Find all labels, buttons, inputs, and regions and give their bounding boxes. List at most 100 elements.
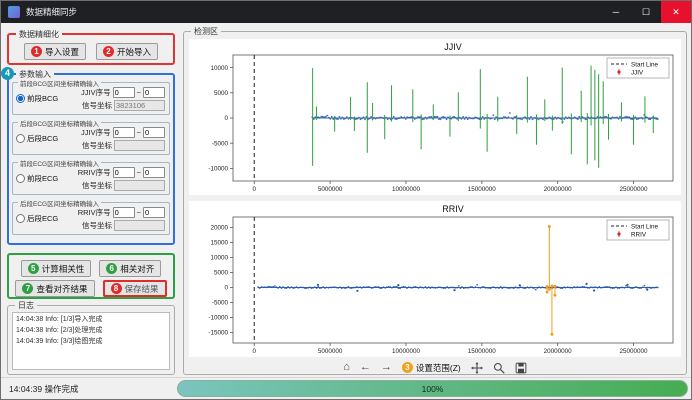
- front-bcg-radio[interactable]: 前段BCG: [13, 93, 61, 104]
- signal-coord-label: 信号坐标: [82, 140, 112, 151]
- front-ecg-radio-input[interactable]: [16, 174, 25, 183]
- front-bcg-radio-label: 前段BCG: [27, 93, 58, 104]
- svg-text:-10000: -10000: [208, 166, 228, 173]
- step-3-badge: 3: [402, 362, 413, 373]
- zoom-icon[interactable]: [493, 362, 505, 374]
- save-icon[interactable]: [515, 362, 527, 374]
- progress-bar: 100%: [177, 380, 688, 397]
- start-import-label: 开始导入: [117, 46, 151, 58]
- svg-text:RRIV: RRIV: [631, 232, 647, 239]
- front-bcg-seq-end-input[interactable]: [143, 87, 165, 98]
- save-result-button[interactable]: 8 保存结果: [103, 280, 167, 297]
- svg-text:15000000: 15000000: [468, 186, 497, 193]
- rear-ecg-radio-input[interactable]: [16, 214, 25, 223]
- rriv-plot: RRIV-15000-10000-50000500010000150002000…: [189, 201, 681, 357]
- svg-text:JJIV: JJIV: [631, 70, 644, 77]
- minimize-button[interactable]: ─: [601, 1, 631, 23]
- svg-text:15000: 15000: [210, 240, 228, 247]
- svg-text:25000000: 25000000: [620, 186, 649, 193]
- actions-row-2: 7 查看对齐结果 8 保存结果: [9, 280, 173, 297]
- svg-text:0: 0: [252, 186, 256, 193]
- rear-bcg-seq-end-input[interactable]: [143, 127, 165, 138]
- svg-text:20000000: 20000000: [544, 348, 573, 355]
- save-result-label: 保存结果: [125, 283, 159, 295]
- rear-ecg-coord-input: [114, 220, 165, 231]
- view-align-result-button[interactable]: 7 查看对齐结果: [15, 280, 94, 297]
- log-group-title: 日志: [15, 300, 37, 311]
- front-bcg-rows: JJIV序号 ~ 信号坐标: [61, 87, 169, 111]
- import-button-row: 1 导入设置 2 开始导入: [9, 43, 173, 60]
- rear-ecg-seq-end-input[interactable]: [143, 207, 165, 218]
- import-group: 数据精细化 1 导入设置 2 开始导入: [7, 33, 175, 65]
- signal-coord-label: 信号坐标: [82, 180, 112, 191]
- home-icon[interactable]: ⌂: [343, 362, 350, 373]
- jjiv-seq-label: JJIV序号: [81, 127, 111, 138]
- svg-text:10000000: 10000000: [392, 186, 421, 193]
- rear-bcg-seq-start-input[interactable]: [113, 127, 135, 138]
- rear-bcg-coord-input: [114, 140, 165, 151]
- jjiv-chart[interactable]: JJIV-10000-50000500010000050000001000000…: [189, 39, 681, 195]
- calc-correlation-button[interactable]: 5 计算相关性: [21, 260, 92, 277]
- plot-area-group: 检测区 JJIV-10000-5000050001000005000000100…: [183, 31, 687, 375]
- plot-area-title: 检测区: [191, 26, 221, 37]
- rriv-chart[interactable]: RRIV-15000-10000-50000500010000150002000…: [189, 201, 681, 357]
- set-range-button[interactable]: 3 设置范围(Z): [402, 362, 461, 374]
- window-title: 数据精细同步: [26, 6, 77, 18]
- pan-icon[interactable]: [471, 362, 483, 374]
- param-section-front-ecg: 前段ECG区间坐标精确输入 前段ECG RRIV序号 ~ 信号坐标: [12, 162, 170, 195]
- front-ecg-seq-start-input[interactable]: [113, 167, 135, 178]
- param-section-rear-bcg: 后段BCG区间坐标精确输入 后段BCG JJIV序号 ~ 信号坐标: [12, 122, 170, 155]
- svg-text:JJIV: JJIV: [444, 42, 462, 52]
- correlation-align-label: 相关对齐: [120, 263, 154, 275]
- front-ecg-radio-label: 前段ECG: [27, 173, 58, 184]
- close-button[interactable]: ✕: [661, 1, 691, 23]
- param-section-front-bcg: 前段BCG区间坐标精确输入 前段BCG JJIV序号 ~ 信号坐标: [12, 82, 170, 115]
- svg-text:10000: 10000: [210, 255, 228, 262]
- step-6-badge: 6: [106, 263, 117, 274]
- front-ecg-rows: RRIV序号 ~ 信号坐标: [61, 167, 169, 191]
- import-group-title: 数据精细化: [16, 29, 62, 40]
- rear-bcg-radio[interactable]: 后段BCG: [13, 133, 61, 144]
- back-icon[interactable]: ←: [360, 362, 371, 373]
- svg-text:-5000: -5000: [212, 300, 229, 307]
- set-range-label: 设置范围(Z): [416, 362, 461, 374]
- signal-coord-label: 信号坐标: [82, 100, 112, 111]
- rear-ecg-radio[interactable]: 后段ECG: [13, 213, 61, 224]
- import-settings-button[interactable]: 1 导入设置: [24, 43, 86, 60]
- plot-toolbar: ⌂ ← → 3 设置范围(Z): [184, 360, 686, 375]
- rear-ecg-seq-start-input[interactable]: [113, 207, 135, 218]
- svg-text:25000000: 25000000: [620, 348, 649, 355]
- tilde-separator: ~: [137, 128, 141, 137]
- forward-icon[interactable]: →: [381, 362, 392, 373]
- front-bcg-seq-start-input[interactable]: [113, 87, 135, 98]
- rear-ecg-radio-label: 后段ECG: [27, 213, 58, 224]
- svg-text:20000000: 20000000: [544, 186, 573, 193]
- step-2-badge: 2: [103, 46, 114, 57]
- front-ecg-coord-input: [114, 180, 165, 191]
- svg-text:Start Line: Start Line: [631, 224, 658, 231]
- svg-text:Start Line: Start Line: [631, 62, 658, 69]
- front-ecg-seq-end-input[interactable]: [143, 167, 165, 178]
- params-group: 参数输入 4 前段BCG区间坐标精确输入 前段BCG JJIV序号 ~ 信号坐标: [7, 73, 175, 245]
- front-ecg-radio[interactable]: 前段ECG: [13, 173, 61, 184]
- front-bcg-radio-input[interactable]: [16, 94, 25, 103]
- svg-text:5000: 5000: [214, 90, 229, 97]
- maximize-button[interactable]: ☐: [631, 1, 661, 23]
- start-import-button[interactable]: 2 开始导入: [96, 43, 158, 60]
- svg-text:15000000: 15000000: [468, 348, 497, 355]
- jjiv-seq-label: JJIV序号: [81, 87, 111, 98]
- rear-ecg-rows: RRIV序号 ~ 信号坐标: [61, 207, 169, 231]
- svg-text:0: 0: [224, 285, 228, 292]
- rear-ecg-section-title: 后段ECG区间坐标精确输入: [18, 198, 101, 208]
- import-settings-label: 导入设置: [45, 46, 79, 58]
- signal-coord-label: 信号坐标: [82, 220, 112, 231]
- log-line: 14:04:38 Info: [1/3]导入完成: [16, 315, 166, 326]
- rear-bcg-radio-input[interactable]: [16, 134, 25, 143]
- status-text: 14:04:39 操作完成: [9, 383, 177, 395]
- svg-text:RRIV: RRIV: [442, 204, 464, 214]
- log-list[interactable]: 14:04:38 Info: [1/3]导入完成 14:04:38 Info: …: [12, 312, 170, 370]
- correlation-align-button[interactable]: 6 相关对齐: [99, 260, 161, 277]
- log-line: 14:04:39 Info: [3/3]绘图完成: [16, 337, 166, 348]
- actions-group: 5 计算相关性 6 相关对齐 7 查看对齐结果 8 保存结果: [7, 253, 175, 299]
- titlebar: 数据精细同步 ─ ☐ ✕: [1, 1, 691, 23]
